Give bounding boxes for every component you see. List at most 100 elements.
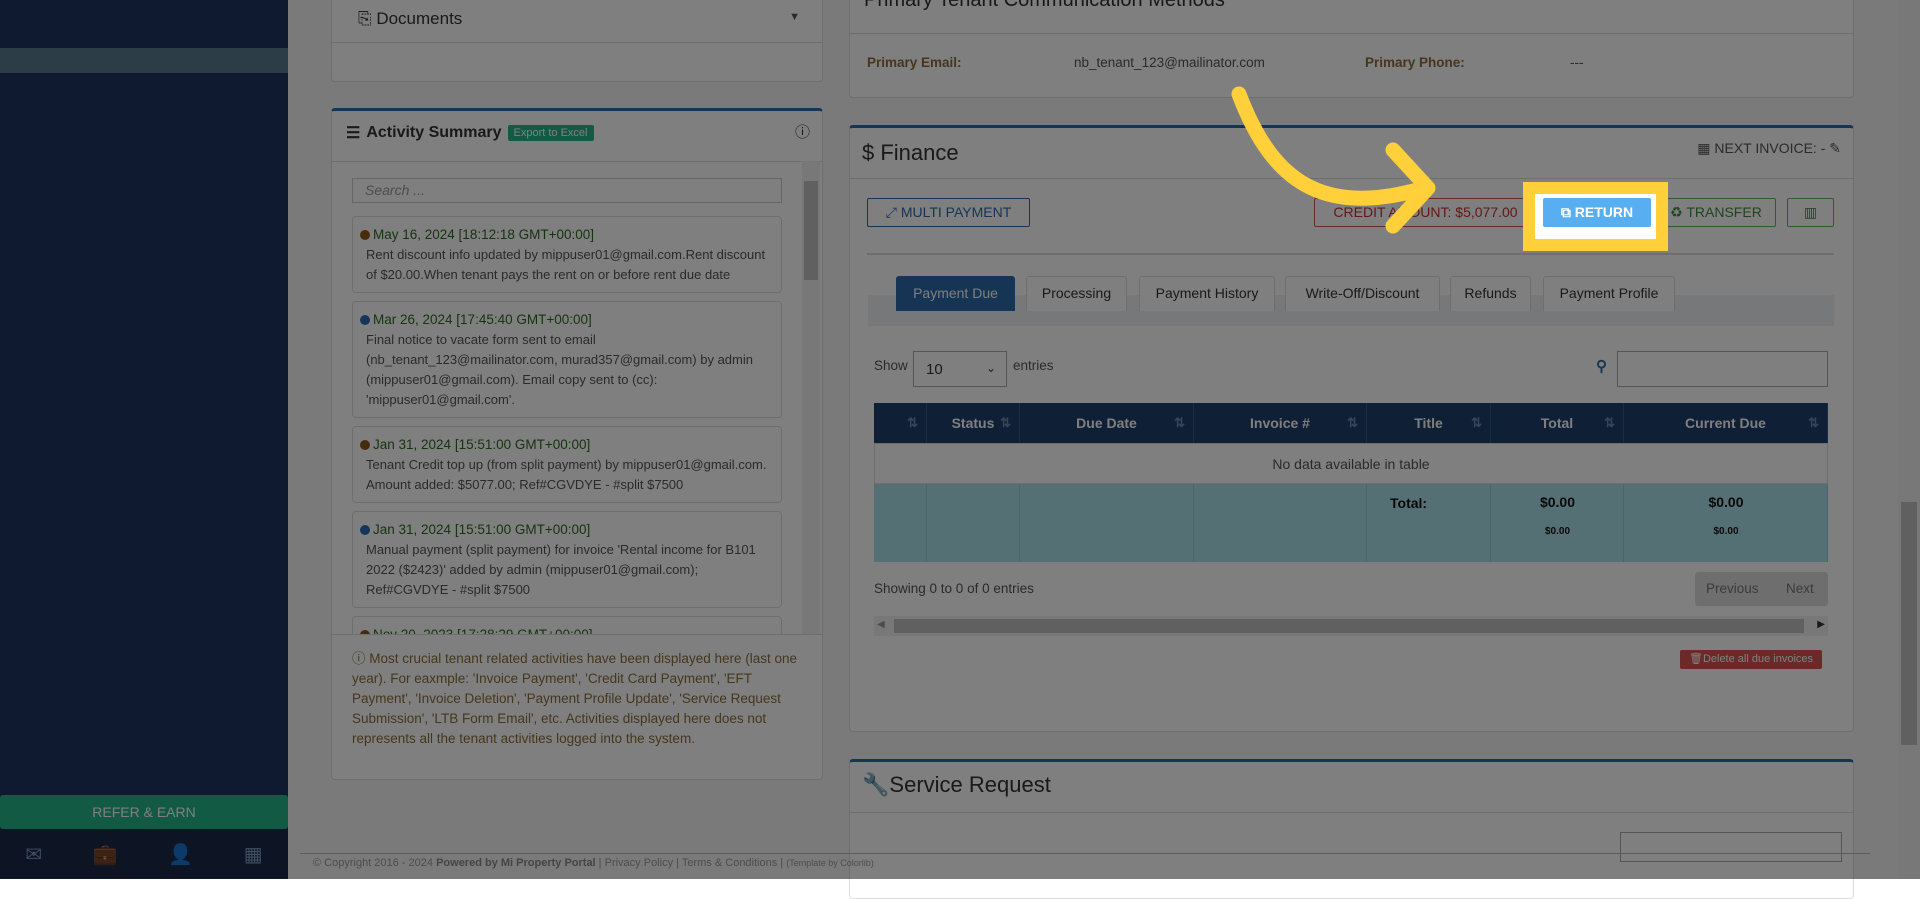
recycle-icon: ♻	[1670, 204, 1687, 220]
activity-item: Mar 26, 2024 [17:45:40 GMT+00:00] Final n…	[352, 301, 782, 418]
expand-icon: ⤢	[885, 204, 901, 220]
total-row-cell	[1020, 484, 1194, 562]
activity-date: Jan 31, 2024 [15:51:00 GMT+00:00]	[360, 520, 774, 540]
tab-processing[interactable]: Processing	[1026, 276, 1127, 311]
powered-by-link[interactable]: Powered by Mi Property Portal	[436, 857, 596, 869]
next-button[interactable]: Next	[1786, 581, 1814, 596]
column-label: Title	[1414, 415, 1443, 431]
column-header-title[interactable]: Title ⇅	[1367, 403, 1491, 443]
column-header-status[interactable]: Status ⇅	[927, 403, 1020, 443]
external-link-icon: ⧉	[1560, 204, 1575, 220]
service-request-title: 🔧Service Request	[862, 772, 1051, 798]
tab-payment-profile[interactable]: Payment Profile	[1543, 276, 1675, 311]
activity-header: ☰ Activity Summary Export to Excel	[346, 123, 594, 143]
dollar-icon: $	[862, 140, 881, 165]
return-button[interactable]: ⧉ RETURN	[1543, 198, 1651, 227]
sidebar-active-item[interactable]	[0, 48, 288, 73]
sort-icon[interactable]: ⇅	[1347, 403, 1358, 443]
multi-payment-button[interactable]: ⤢ MULTI PAYMENT	[867, 198, 1030, 227]
calculator-icon[interactable]: ▦	[244, 842, 263, 867]
envelope-icon[interactable]: ✉	[25, 842, 42, 867]
activity-date-text: Mar 26, 2024 [17:45:40 GMT+00:00]	[373, 312, 592, 327]
activity-search-input[interactable]: Search ...	[352, 178, 782, 203]
status-dot-icon	[360, 230, 370, 240]
divider	[332, 634, 822, 635]
divider	[332, 42, 822, 43]
transfer-button[interactable]: ♻ TRANSFER	[1656, 198, 1776, 227]
primary-phone-value: ---	[1570, 55, 1584, 70]
sidebar-bottom-bar: ✉ 💼 👤 ▦	[0, 829, 288, 879]
tab-refunds[interactable]: Refunds	[1450, 276, 1531, 311]
tab-write-off-discount[interactable]: Write-Off/Discount	[1285, 276, 1440, 311]
refer-earn-button[interactable]: REFER & EARN	[0, 795, 288, 829]
column-header-total[interactable]: Total ⇅	[1491, 403, 1624, 443]
showing-entries: Showing 0 to 0 of 0 entries	[874, 581, 1034, 596]
page-scrollbar-thumb[interactable]	[1901, 502, 1917, 745]
finance-title: $ Finance	[862, 140, 959, 166]
activity-date-text: May 16, 2024 [18:12:18 GMT+00:00]	[373, 227, 595, 242]
search-icon: ⚲	[1596, 358, 1607, 375]
horizontal-scrollbar-thumb[interactable]	[894, 619, 1804, 633]
activity-summary-panel: ☰ Activity Summary Export to Excel ⓘ Sea…	[331, 108, 823, 780]
scroll-right-icon[interactable]: ▶	[1817, 619, 1825, 630]
total-row-cell	[927, 484, 1020, 562]
credit-amount-button[interactable]: CREDIT AMOUNT: $5,077.00	[1314, 198, 1537, 227]
primary-email-label: Primary Email:	[867, 55, 962, 70]
divider	[867, 253, 1834, 255]
delete-all-due-invoices-button[interactable]: 🗑Delete all due invoices	[1680, 650, 1822, 669]
documents-title[interactable]: ⎘ Documents	[358, 9, 462, 29]
tab-payment-due[interactable]: Payment Due	[896, 276, 1015, 311]
documents-panel: ⎘ Documents ▼	[331, 0, 823, 82]
scroll-left-icon[interactable]: ◀	[877, 619, 885, 630]
total-value: $0.00	[1539, 494, 1576, 510]
activity-date-text: Jan 31, 2024 [15:51:00 GMT+00:00]	[373, 437, 591, 452]
current-due-sub-value: $0.00	[1713, 526, 1739, 537]
sort-icon[interactable]: ⇅	[1000, 403, 1011, 443]
sort-icon[interactable]: ⇅	[1604, 403, 1615, 443]
previous-button[interactable]: Previous	[1706, 581, 1759, 596]
column-header-due-date[interactable]: Due Date ⇅	[1020, 403, 1194, 443]
page-scrollbar[interactable]	[1898, 0, 1920, 879]
sort-icon[interactable]: ⇅	[1174, 403, 1185, 443]
privacy-policy-link[interactable]: Privacy Policy	[605, 857, 673, 869]
sort-icon[interactable]: ⇅	[1471, 403, 1482, 443]
activity-scrollbar-thumb[interactable]	[804, 181, 818, 280]
next-invoice-text: NEXT INVOICE: -	[1714, 140, 1826, 156]
table-search-input[interactable]	[1617, 351, 1828, 387]
edit-icon[interactable]: ✎	[1825, 140, 1841, 156]
activity-text: Final notice to vacate form sent to emai…	[366, 332, 753, 407]
communication-panel: Primary Tenant Communication Methods Pri…	[849, 0, 1854, 98]
user-icon[interactable]: 👤	[168, 842, 193, 867]
terms-link[interactable]: Terms & Conditions	[682, 857, 777, 869]
sort-icon[interactable]: ⇅	[1808, 403, 1819, 443]
sort-icon[interactable]: ⇅	[907, 403, 918, 443]
column-header-select[interactable]: ⇅	[874, 403, 927, 443]
pagination: Previous Next	[1695, 572, 1828, 606]
info-icon[interactable]: ⓘ	[795, 121, 810, 142]
activity-item: Jan 31, 2024 [15:51:00 GMT+00:00] Tenant …	[352, 426, 782, 503]
tab-payment-history[interactable]: Payment History	[1139, 276, 1275, 311]
next-invoice[interactable]: ▦ NEXT INVOICE: - ✎	[1697, 140, 1841, 157]
total-sub-value: $0.00	[1544, 526, 1571, 537]
caret-down-icon[interactable]: ▼	[789, 11, 800, 23]
activity-text: Tenant Credit top up (from split payment…	[366, 457, 767, 492]
column-header-current-due[interactable]: Current Due ⇅	[1624, 403, 1828, 443]
delete-all-label: Delete all due invoices	[1702, 653, 1814, 665]
primary-phone-label: Primary Phone:	[1365, 55, 1465, 70]
page-size-select[interactable]: 10 ⌄	[913, 351, 1007, 387]
service-search-input[interactable]	[1620, 832, 1842, 862]
column-label: Status	[951, 415, 995, 431]
wrench-icon: 🔧	[862, 772, 890, 797]
documents-icon: ⎘	[358, 9, 377, 28]
total-row-cell	[1194, 484, 1367, 562]
export-excel-button[interactable]: Export to Excel	[507, 125, 594, 141]
current-due-value: $0.00	[1708, 494, 1744, 510]
briefcase-icon[interactable]: 💼	[93, 842, 118, 867]
status-dot-icon	[360, 525, 370, 535]
chart-button[interactable]: ▥	[1787, 198, 1834, 227]
trash-icon: 🗑	[1688, 653, 1703, 665]
column-header-invoice-[interactable]: Invoice # ⇅	[1194, 403, 1367, 443]
horizontal-scrollbar[interactable]: ◀ ▶	[874, 616, 1828, 636]
column-label: Total	[1540, 415, 1574, 431]
footer-divider	[300, 853, 1870, 854]
